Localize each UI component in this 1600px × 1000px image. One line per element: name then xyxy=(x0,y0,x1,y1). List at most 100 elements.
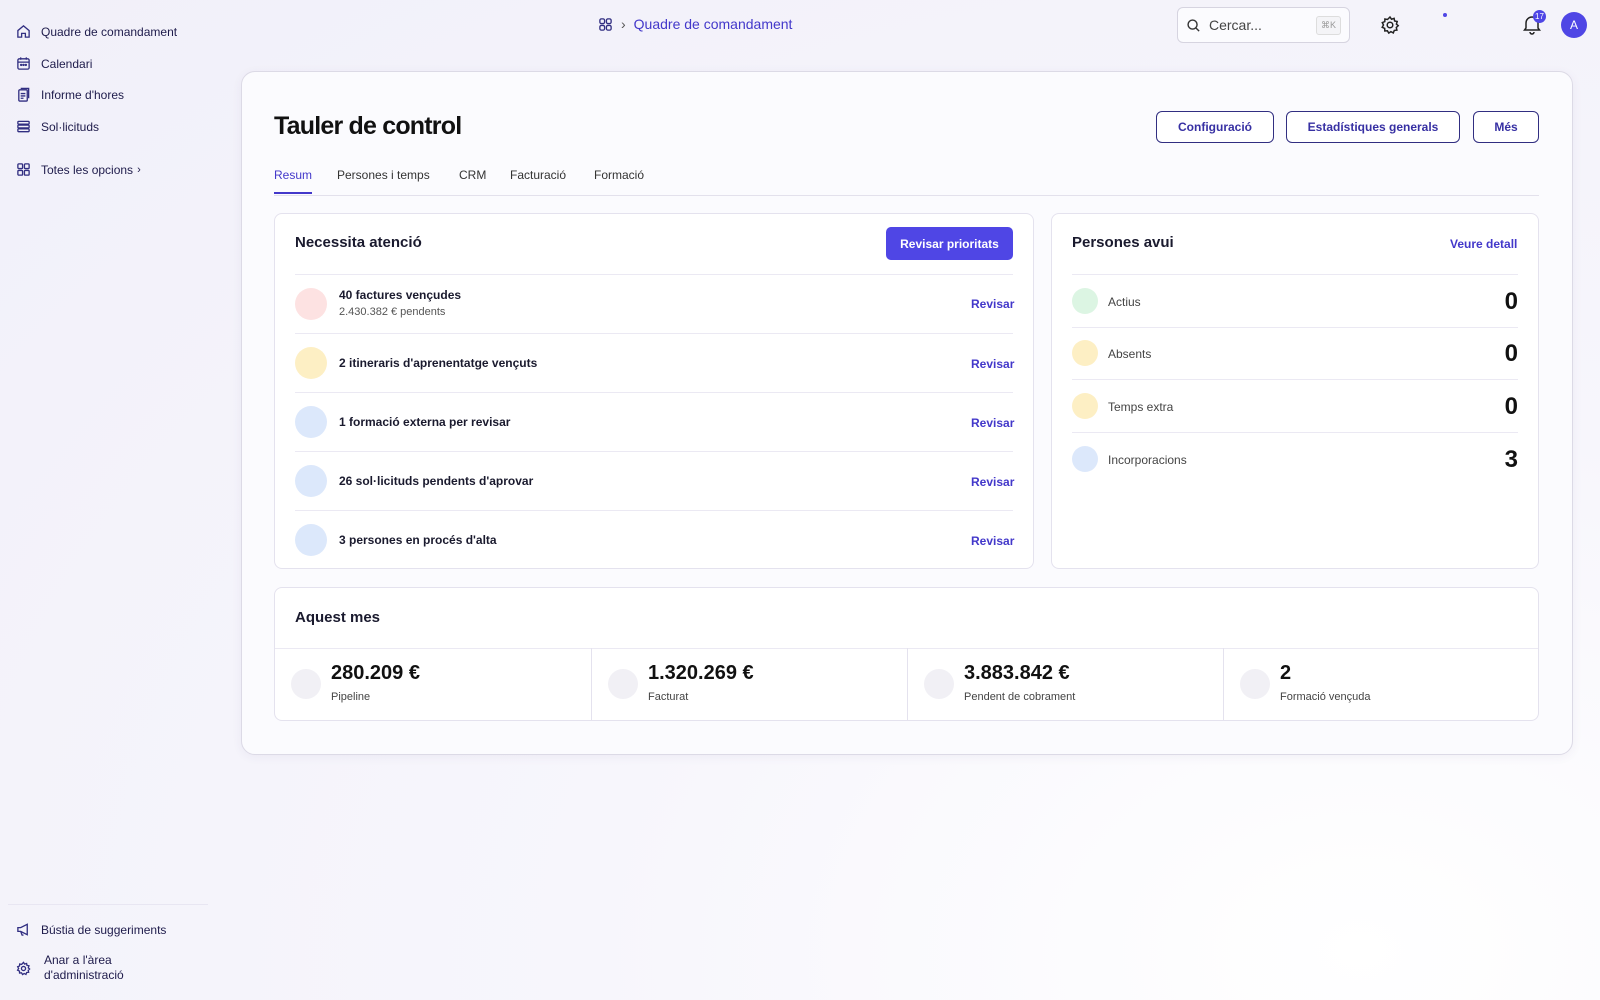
tab-training[interactable]: Formació xyxy=(594,168,644,192)
tab-summary[interactable]: Resum xyxy=(274,168,313,194)
list-icon xyxy=(17,120,30,133)
general-stats-button[interactable]: Estadístiques generals xyxy=(1286,111,1460,143)
stat-icon xyxy=(1240,669,1270,699)
people-value: 0 xyxy=(1504,393,1518,420)
gear-icon xyxy=(16,960,31,976)
breadcrumb-current[interactable]: Quadre de comandament xyxy=(634,16,793,32)
sidebar-item-label: Informe d'hores xyxy=(41,87,124,102)
status-circle xyxy=(1072,393,1098,419)
attention-item-title: 1 formació externa per revisar xyxy=(339,415,511,429)
sidebar-item-label: Totes les opcions xyxy=(41,162,134,177)
stat-icon xyxy=(924,669,954,699)
breadcrumb: › Quadre de comandament xyxy=(598,16,792,32)
stat-invoiced: 1.320.269 € Facturat xyxy=(592,648,908,720)
divider xyxy=(1072,274,1518,275)
people-label: Incorporacions xyxy=(1108,453,1187,467)
stat-label: Facturat xyxy=(648,691,689,703)
stat-overdue-training: 2 Formació vençuda xyxy=(1224,648,1538,720)
tab-people-time[interactable]: Persones i temps xyxy=(337,168,430,192)
status-circle xyxy=(295,406,327,438)
sidebar-item-suggestions[interactable]: Bústia de suggeriments xyxy=(16,922,166,937)
search-input[interactable]: Cercar... ⌘K xyxy=(1177,7,1350,43)
people-label: Temps extra xyxy=(1108,400,1174,414)
people-value: 3 xyxy=(1504,446,1518,473)
status-circle xyxy=(295,288,327,320)
status-circle xyxy=(1072,288,1098,314)
settings-icon[interactable] xyxy=(1380,15,1400,35)
attention-item-title: 3 persones en procés d'alta xyxy=(339,533,497,547)
sidebar-item-hours-report[interactable]: Informe d'hores xyxy=(16,87,124,102)
page-title: Tauler de control xyxy=(274,112,462,140)
stat-pipeline: 280.209 € Pipeline xyxy=(275,648,592,720)
tabs: Resum Persones i temps CRM Facturació Fo… xyxy=(274,168,1539,196)
review-link[interactable]: Revisar xyxy=(971,357,1014,371)
review-link[interactable]: Revisar xyxy=(971,416,1014,430)
sidebar-item-label: Anar a l'àrea d'administració xyxy=(44,953,124,982)
sidebar-item-label: Calendari xyxy=(41,56,93,71)
sidebar-item-requests[interactable]: Sol·licituds xyxy=(16,119,99,134)
sidebar-item-label: Quadre de comandament xyxy=(41,24,178,39)
divider xyxy=(1072,379,1518,380)
report-icon xyxy=(18,87,30,102)
grid-icon xyxy=(17,163,30,176)
review-link[interactable]: Revisar xyxy=(971,297,1014,311)
avatar[interactable]: A xyxy=(1561,12,1587,38)
stat-label: Pendent de cobrament xyxy=(964,691,1076,703)
people-value: 0 xyxy=(1504,288,1518,315)
stat-icon xyxy=(608,669,638,699)
status-circle xyxy=(295,465,327,497)
chevron-right-icon: › xyxy=(137,163,141,176)
search-icon xyxy=(1187,18,1200,32)
review-link[interactable]: Revisar xyxy=(971,475,1014,489)
divider xyxy=(295,333,1013,334)
attention-item-title: 26 sol·licituds pendents d'aprovar xyxy=(339,474,534,488)
notification-badge: 17 xyxy=(1533,10,1546,23)
stat-pending-collection: 3.883.842 € Pendent de cobrament xyxy=(908,648,1224,720)
people-panel xyxy=(1051,213,1539,569)
attention-item-title: 2 itineraris d'aprenentatge vençuts xyxy=(339,356,538,370)
stat-value: 3.883.842 € xyxy=(964,662,1070,684)
more-button[interactable]: Més xyxy=(1473,111,1539,143)
attention-panel xyxy=(274,213,1034,569)
search-shortcut: ⌘K xyxy=(1315,15,1341,35)
people-label: Absents xyxy=(1108,347,1152,361)
stat-value: 1.320.269 € xyxy=(648,662,754,684)
sidebar-item-calendar[interactable]: Calendari xyxy=(16,56,92,71)
search-placeholder: Cercar... xyxy=(1209,17,1262,33)
status-dot xyxy=(1443,13,1447,17)
chevron-right-icon: › xyxy=(621,16,626,32)
stat-value: 2 xyxy=(1280,662,1292,684)
sidebar: Quadre de comandament Calendari Informe … xyxy=(0,0,215,1000)
divider xyxy=(295,392,1013,393)
stat-value: 280.209 € xyxy=(331,662,420,684)
divider xyxy=(1072,432,1518,433)
divider xyxy=(1072,327,1518,328)
people-title: Persones avui xyxy=(1072,234,1174,251)
tab-billing[interactable]: Facturació xyxy=(510,168,566,192)
status-circle xyxy=(295,524,327,556)
stat-label: Formació vençuda xyxy=(1280,691,1371,703)
divider xyxy=(295,451,1013,452)
stat-label: Pipeline xyxy=(331,691,371,703)
people-value: 0 xyxy=(1504,340,1518,367)
divider xyxy=(8,904,208,905)
grid-icon[interactable] xyxy=(598,17,613,32)
attention-item-subtitle: 2.430.382 € pendents xyxy=(339,306,446,318)
divider xyxy=(295,274,1013,275)
view-detail-link[interactable]: Veure detall xyxy=(1450,237,1517,251)
sidebar-item-dashboard[interactable]: Quadre de comandament xyxy=(16,24,177,39)
calendar-icon xyxy=(17,57,30,70)
people-label: Actius xyxy=(1108,295,1141,309)
attention-item-title: 40 factures vençudes xyxy=(339,288,462,302)
sidebar-item-all-options[interactable]: Totes les opcions › xyxy=(16,162,141,177)
review-priorities-button[interactable]: Revisar prioritats xyxy=(886,227,1013,260)
status-circle xyxy=(1072,340,1098,366)
review-link[interactable]: Revisar xyxy=(971,534,1014,548)
tab-crm[interactable]: CRM xyxy=(459,168,486,192)
status-circle xyxy=(1072,446,1098,472)
stat-icon xyxy=(291,669,321,699)
settings-button[interactable]: Configuració xyxy=(1156,111,1274,143)
sidebar-item-admin[interactable]: Anar a l'àrea d'administració xyxy=(16,953,154,983)
sidebar-item-label: Bústia de suggeriments xyxy=(41,922,167,937)
status-circle xyxy=(295,347,327,379)
